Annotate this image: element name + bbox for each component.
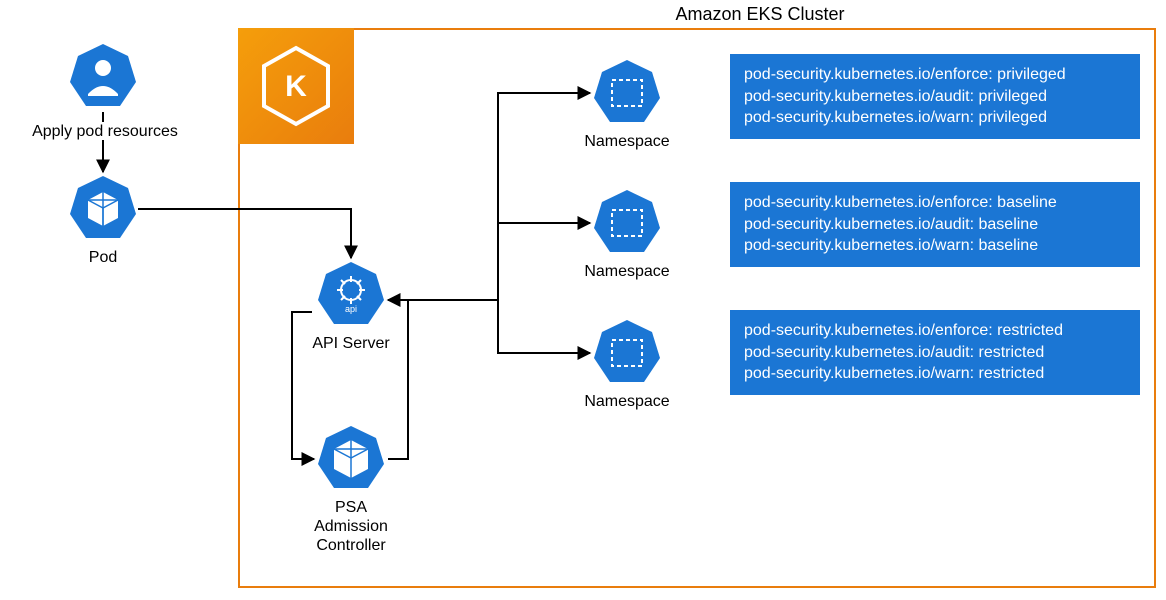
arrows-layer [0,0,1166,600]
